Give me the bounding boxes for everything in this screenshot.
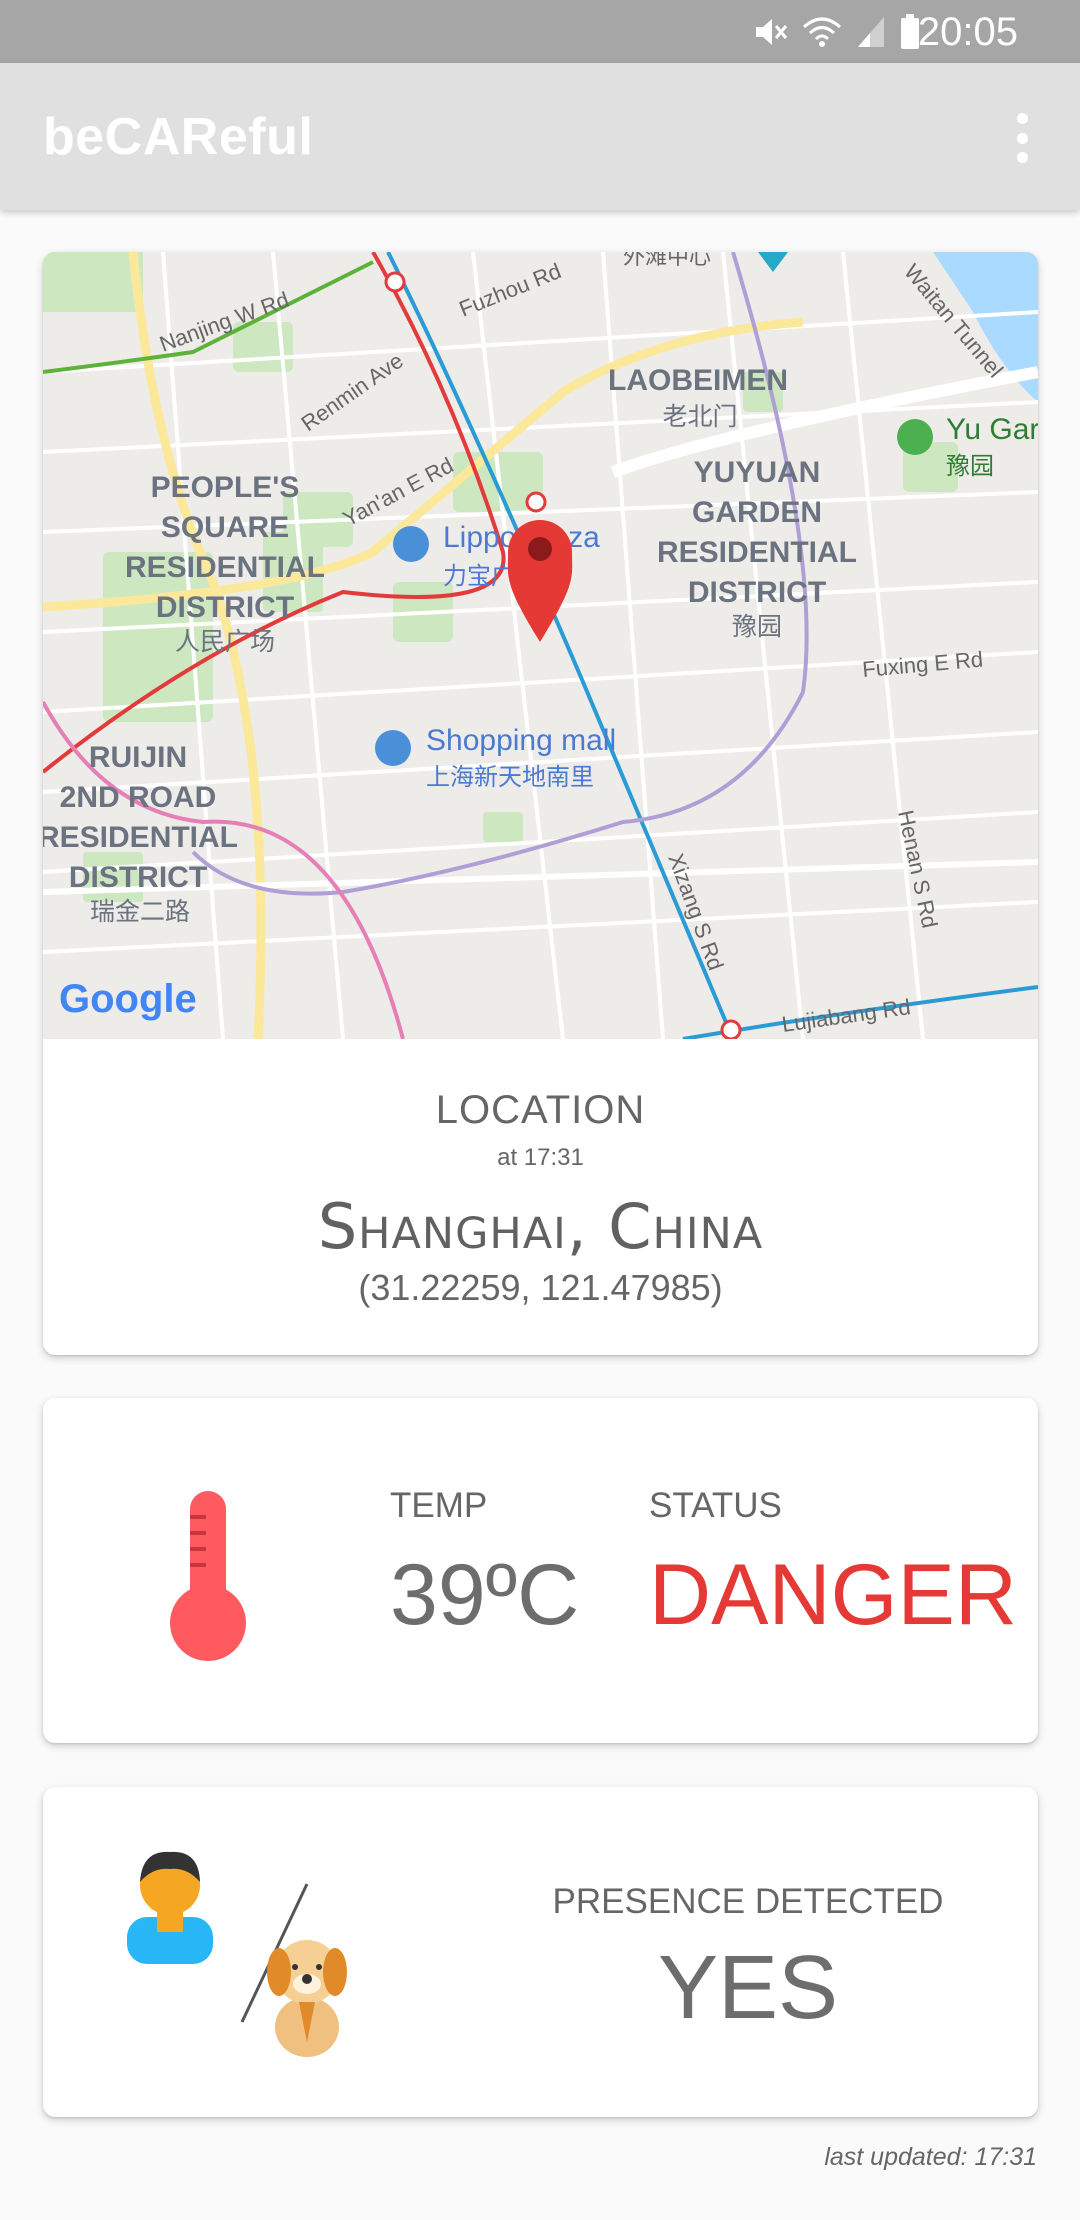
label-ps-zh: 人民广场 — [175, 628, 275, 656]
label-ps-1: PEOPLE'S — [151, 471, 300, 504]
status-value: DANGER — [649, 1547, 1017, 1643]
status-label: STATUS — [649, 1486, 782, 1525]
app-title: beCAReful — [43, 108, 314, 166]
label-rj-3: RESIDENTIAL — [43, 821, 238, 854]
label-laobeimen: LAOBEIMEN — [608, 364, 788, 397]
label-yy-1: YUYUAN — [694, 456, 821, 489]
label-rj-zh: 瑞金二路 — [90, 898, 190, 926]
status-time: 20:05 — [917, 10, 1018, 54]
location-label: LOCATION — [435, 1088, 646, 1132]
signal-icon — [858, 17, 884, 47]
temperature-card: TEMP 39ºC STATUS DANGER — [43, 1398, 1038, 1743]
map-view[interactable]: Nanjing W Rd Fuzhou Rd Waitan Tunnel Ren… — [43, 252, 1038, 1039]
location-coords: (31.22259, 121.47985) — [358, 1267, 723, 1308]
thermometer-icon — [170, 1491, 246, 1661]
more-vert-icon[interactable] — [1010, 113, 1034, 163]
person-icon — [127, 1851, 213, 1964]
google-logo: Google — [59, 977, 197, 1021]
status-icons — [752, 14, 920, 50]
mute-icon — [756, 19, 788, 45]
label-topcut: 外滩中心 — [623, 252, 711, 269]
label-mall: Shopping mall — [426, 724, 616, 757]
label-rj-2: 2ND ROAD — [60, 781, 217, 814]
temp-value: 39ºC — [390, 1547, 580, 1643]
presence-card: PRESENCE DETECTED YES — [43, 1787, 1038, 2117]
label-ps-2: SQUARE — [161, 511, 289, 544]
label-yy-2: GARDEN — [692, 496, 822, 529]
location-city: Shanghai, China — [317, 1190, 764, 1263]
label-rj-1: RUIJIN — [89, 741, 187, 774]
dog-icon — [267, 1940, 347, 2057]
label-laobeimen-zh: 老北门 — [662, 403, 737, 431]
location-card: Nanjing W Rd Fuzhou Rd Waitan Tunnel Ren… — [43, 252, 1038, 1355]
presence-value: YES — [657, 1938, 839, 2038]
label-yy-3: RESIDENTIAL — [657, 536, 857, 569]
label-yugarden-zh: 豫园 — [946, 453, 994, 480]
label-ps-3: RESIDENTIAL — [125, 551, 325, 584]
label-yy-zh: 豫园 — [732, 613, 782, 641]
status-bar: 20:05 — [0, 0, 1080, 63]
label-lippo-zh: 力宝广 — [443, 563, 515, 590]
presence-label: PRESENCE DETECTED — [552, 1882, 944, 1921]
label-yy-4: DISTRICT — [688, 576, 826, 609]
app-bar: beCAReful — [0, 63, 1080, 210]
label-mall-zh: 上海新天地南里 — [426, 764, 594, 791]
wifi-icon — [803, 17, 841, 47]
label-ps-4: DISTRICT — [156, 591, 294, 624]
label-yugarden: Yu Gar — [946, 413, 1038, 446]
label-rj-4: DISTRICT — [69, 861, 207, 894]
presence-figure — [127, 1851, 347, 2057]
temp-label: TEMP — [390, 1486, 488, 1525]
location-time: at 17:31 — [497, 1144, 584, 1171]
last-updated: last updated: 17:31 — [824, 2143, 1037, 2171]
